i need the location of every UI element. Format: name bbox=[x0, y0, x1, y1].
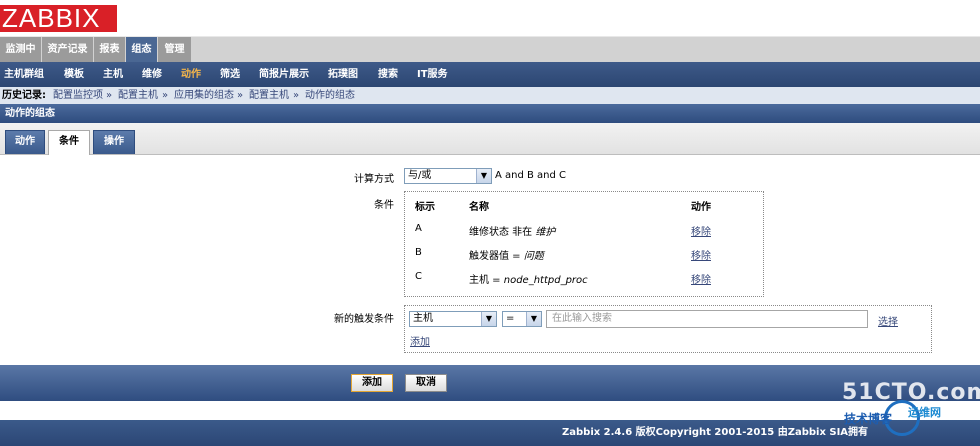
submenu-search[interactable]: 搜索 bbox=[378, 62, 398, 87]
calc-type-select[interactable]: 与/或 ▼ bbox=[404, 168, 492, 184]
calc-type-value: 与/或 bbox=[408, 170, 432, 181]
breadcrumb-separator: » bbox=[237, 90, 244, 101]
submenu-maintenance[interactable]: 维修 bbox=[142, 62, 162, 87]
breadcrumb-item[interactable]: 应用集的组态 bbox=[174, 87, 234, 104]
chevron-down-icon: ▼ bbox=[526, 312, 541, 326]
form-buttons-bar: 添加 取消 bbox=[0, 365, 980, 401]
footer-copyright: Zabbix 2.4.6 版权Copyright 2001-2015 由Zabb… bbox=[562, 427, 869, 438]
submenu-hosts[interactable]: 主机 bbox=[103, 62, 123, 87]
breadcrumb-item[interactable]: 配置主机 bbox=[118, 87, 158, 104]
search-input[interactable]: 在此输入搜索 bbox=[546, 310, 868, 328]
watermark: 51CTO.com 技术博客 运维网 bbox=[838, 378, 980, 446]
condition-row-label: B bbox=[415, 247, 422, 258]
new-condition-label: 新的触发条件 bbox=[334, 314, 394, 325]
add-condition-link[interactable]: 添加 bbox=[410, 333, 430, 348]
col-label-header: 标示 bbox=[415, 202, 435, 213]
chevron-down-icon: ▼ bbox=[481, 312, 496, 326]
condition-operator-value: = bbox=[506, 313, 515, 324]
conditions-label: 条件 bbox=[374, 200, 394, 211]
submenu-discovery[interactable]: 筛选 bbox=[220, 62, 240, 87]
history-label: 历史记录: bbox=[2, 90, 46, 101]
condition-row-name: 触发器值 = 问题 bbox=[469, 251, 544, 262]
menu-administration[interactable]: 管理 bbox=[158, 37, 192, 62]
add-button[interactable]: 添加 bbox=[351, 374, 393, 392]
menu-configuration[interactable]: 组态 bbox=[126, 37, 158, 62]
menu-reports[interactable]: 报表 bbox=[94, 37, 126, 62]
new-condition-box: 主机 ▼ = ▼ 在此输入搜索 选择 添加 bbox=[404, 305, 932, 353]
page-title: 动作的组态 bbox=[0, 104, 980, 123]
watermark-site: 51CTO.com bbox=[842, 380, 980, 405]
breadcrumb: 历史记录: 配置监控项 » 配置主机 » 应用集的组态 » 配置主机 » 动作的… bbox=[0, 87, 980, 105]
logo-bar: ZABBIX bbox=[0, 0, 980, 36]
breadcrumb-item[interactable]: 配置监控项 bbox=[53, 87, 103, 104]
condition-form: 计算方式 与/或 ▼ A and B and C 条件 标示 名称 动作 A 维… bbox=[0, 155, 980, 365]
calc-formula: A and B and C bbox=[495, 170, 567, 181]
remove-condition-link[interactable]: 移除 bbox=[691, 223, 711, 238]
cancel-button[interactable]: 取消 bbox=[405, 374, 447, 392]
submenu-maps[interactable]: 拓璞图 bbox=[328, 62, 358, 87]
condition-type-value: 主机 bbox=[413, 313, 433, 324]
menu-inventory[interactable]: 资产记录 bbox=[42, 37, 94, 62]
watermark-ops: 运维网 bbox=[908, 406, 941, 419]
col-action-header: 动作 bbox=[691, 202, 711, 213]
zabbix-logo[interactable]: ZABBIX bbox=[0, 5, 117, 32]
menu-monitoring[interactable]: 监测中 bbox=[0, 37, 42, 62]
tab-action[interactable]: 动作 bbox=[5, 130, 45, 154]
breadcrumb-separator: » bbox=[293, 90, 300, 101]
breadcrumb-separator: » bbox=[106, 90, 113, 101]
remove-condition-link[interactable]: 移除 bbox=[691, 271, 711, 286]
watermark-blog: 技术博客 bbox=[844, 412, 893, 426]
footer: Zabbix 2.4.6 版权Copyright 2001-2015 由Zabb… bbox=[0, 420, 980, 446]
submenu-it-services[interactable]: IT服务 bbox=[417, 62, 448, 87]
sub-menu: 主机群组 模板 主机 维修 动作 筛选 简报片展示 拓璞图 搜索 IT服务 bbox=[0, 62, 980, 87]
submenu-actions[interactable]: 动作 bbox=[181, 62, 201, 87]
tab-operations[interactable]: 操作 bbox=[93, 130, 135, 154]
chevron-down-icon: ▼ bbox=[476, 169, 491, 183]
calc-type-label: 计算方式 bbox=[354, 174, 394, 185]
submenu-slides[interactable]: 简报片展示 bbox=[259, 62, 309, 87]
select-link[interactable]: 选择 bbox=[878, 313, 898, 328]
spacer bbox=[0, 401, 980, 420]
submenu-host-groups[interactable]: 主机群组 bbox=[4, 62, 44, 87]
tab-conditions[interactable]: 条件 bbox=[48, 130, 90, 155]
breadcrumb-separator: » bbox=[162, 90, 169, 101]
condition-operator-select[interactable]: = ▼ bbox=[502, 311, 542, 327]
condition-row-label: A bbox=[415, 223, 422, 234]
submenu-templates[interactable]: 模板 bbox=[64, 62, 84, 87]
col-name-header: 名称 bbox=[469, 202, 489, 213]
breadcrumb-item[interactable]: 动作的组态 bbox=[305, 87, 355, 104]
breadcrumb-item[interactable]: 配置主机 bbox=[249, 87, 289, 104]
remove-condition-link[interactable]: 移除 bbox=[691, 247, 711, 262]
tab-bar: 动作 条件 操作 bbox=[0, 123, 980, 155]
condition-type-select[interactable]: 主机 ▼ bbox=[409, 311, 497, 327]
condition-row-name: 维修状态 非在 维护 bbox=[469, 227, 556, 238]
condition-row-label: C bbox=[415, 271, 422, 282]
conditions-table: 标示 名称 动作 A 维修状态 非在 维护 移除 B 触发器值 = 问题 移除 … bbox=[404, 191, 764, 297]
top-menu: 监测中 资产记录 报表 组态 管理 bbox=[0, 36, 980, 62]
condition-row-name: 主机 = node_httpd_proc bbox=[469, 275, 588, 286]
